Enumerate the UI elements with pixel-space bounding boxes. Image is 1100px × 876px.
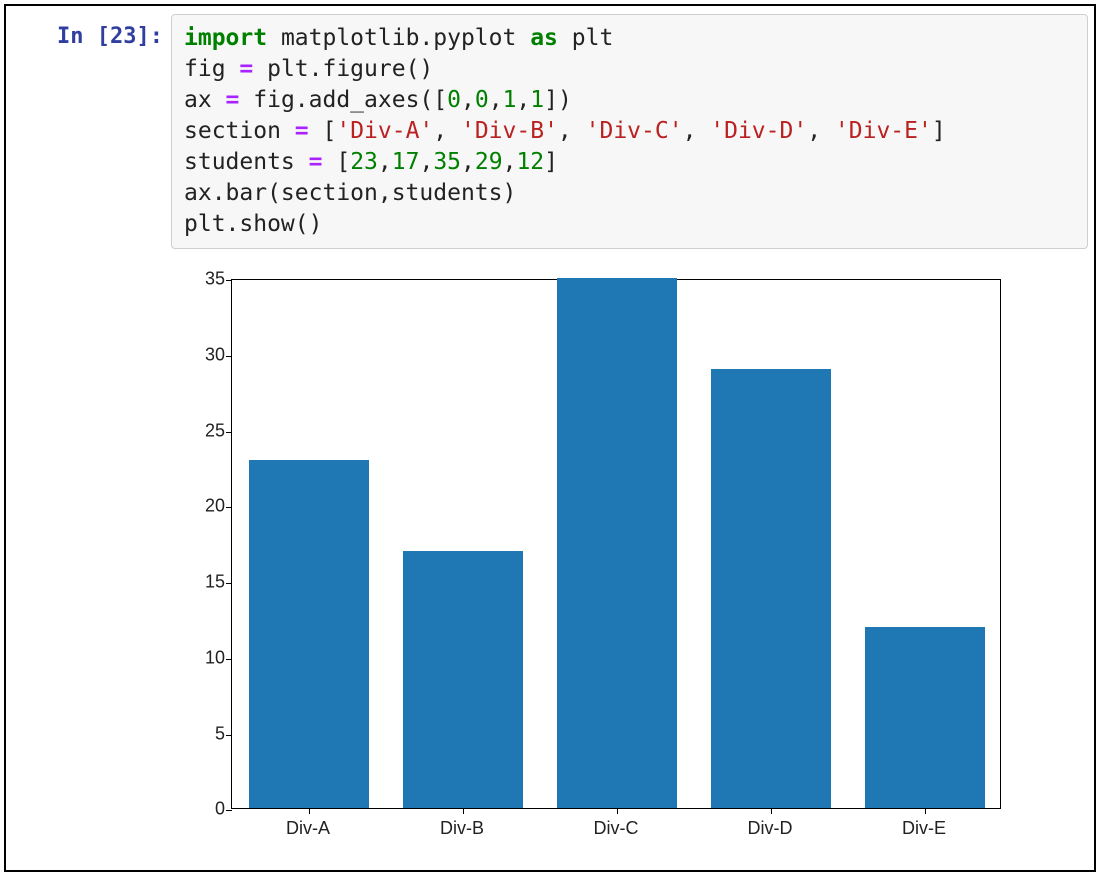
y-tick-label: 15 bbox=[191, 572, 225, 593]
y-tick-mark bbox=[226, 735, 232, 736]
y-tick-mark bbox=[226, 659, 232, 660]
code-token: , bbox=[489, 87, 503, 113]
y-tick-label: 20 bbox=[191, 496, 225, 517]
code-token: ] bbox=[932, 118, 946, 144]
code-token: 'Div-E' bbox=[835, 118, 932, 144]
x-tick-label: Div-E bbox=[902, 818, 946, 839]
x-tick-label: Div-B bbox=[440, 818, 484, 839]
y-tick-label: 25 bbox=[191, 420, 225, 441]
x-tick-label: Div-A bbox=[286, 818, 330, 839]
notebook-frame: In [23]: import matplotlib.pyplot as plt… bbox=[4, 4, 1096, 872]
y-tick-mark bbox=[226, 280, 232, 281]
x-tick-mark bbox=[463, 808, 464, 814]
code-token: import bbox=[184, 25, 267, 51]
y-tick-label: 10 bbox=[191, 647, 225, 668]
x-tick-mark bbox=[309, 808, 310, 814]
code-token: , bbox=[503, 149, 517, 175]
x-tick-mark bbox=[617, 808, 618, 814]
code-token: as bbox=[530, 25, 558, 51]
bar bbox=[249, 460, 369, 808]
code-token: plt bbox=[558, 25, 613, 51]
code-token: [ bbox=[322, 149, 350, 175]
prompt-in-text: In bbox=[57, 24, 84, 49]
code-token: 0 bbox=[475, 87, 489, 113]
code-token: matplotlib.pyplot bbox=[267, 25, 530, 51]
code-token: , bbox=[683, 118, 711, 144]
y-tick-label: 5 bbox=[191, 723, 225, 744]
code-cell: In [23]: import matplotlib.pyplot as plt… bbox=[6, 14, 1094, 249]
code-token: = bbox=[226, 87, 240, 113]
code-token: 29 bbox=[475, 149, 503, 175]
output-area: 0 5 10 15 20 25 30 35 Div-A Div-B Div-C Div-D Div-E bbox=[171, 249, 1094, 847]
code-token: 'Div-B' bbox=[461, 118, 558, 144]
code-token: 12 bbox=[516, 149, 544, 175]
y-tick-label: 0 bbox=[191, 799, 225, 820]
code-token: plt.figure() bbox=[253, 56, 433, 82]
y-tick-mark bbox=[226, 356, 232, 357]
x-tick-label: Div-C bbox=[594, 818, 639, 839]
code-token: = bbox=[239, 56, 253, 82]
y-tick-label: 35 bbox=[191, 269, 225, 290]
code-token: fig.add_axes([ bbox=[239, 87, 447, 113]
x-tick-label: Div-D bbox=[748, 818, 793, 839]
output-prompt-spacer bbox=[6, 249, 171, 847]
input-prompt: In [23]: bbox=[6, 14, 171, 49]
code-token: fig bbox=[184, 56, 239, 82]
code-token: 'Div-D' bbox=[710, 118, 807, 144]
y-tick-label: 30 bbox=[191, 345, 225, 366]
output-cell: 0 5 10 15 20 25 30 35 Div-A Div-B Div-C Div-D Div-E bbox=[6, 249, 1094, 847]
code-token: plt.show() bbox=[184, 211, 322, 237]
code-token: 1 bbox=[530, 87, 544, 113]
code-token: , bbox=[558, 118, 586, 144]
y-tick-mark bbox=[226, 810, 232, 811]
y-tick-mark bbox=[226, 583, 232, 584]
code-token: , bbox=[419, 149, 433, 175]
y-tick-mark bbox=[226, 507, 232, 508]
code-token: [ bbox=[309, 118, 337, 144]
bar bbox=[711, 369, 831, 808]
code-token: ] bbox=[544, 149, 558, 175]
bar bbox=[865, 627, 985, 809]
code-token: , bbox=[461, 149, 475, 175]
code-token: , bbox=[433, 118, 461, 144]
code-token: 23 bbox=[350, 149, 378, 175]
code-token: 'Div-A' bbox=[336, 118, 433, 144]
x-tick-mark bbox=[771, 808, 772, 814]
code-token: ax.bar(section,students) bbox=[184, 180, 516, 206]
code-token: 'Div-C' bbox=[586, 118, 683, 144]
code-token: section bbox=[184, 118, 295, 144]
x-tick-mark bbox=[925, 808, 926, 814]
prompt-close-bracket: ] bbox=[137, 24, 150, 49]
code-token: , bbox=[516, 87, 530, 113]
plot-box bbox=[231, 279, 1001, 809]
y-tick-mark bbox=[226, 432, 232, 433]
prompt-open-bracket: [ bbox=[97, 24, 110, 49]
code-token: , bbox=[807, 118, 835, 144]
code-token: 1 bbox=[503, 87, 517, 113]
code-editor[interactable]: import matplotlib.pyplot as plt fig = pl… bbox=[171, 14, 1088, 249]
code-token: , bbox=[461, 87, 475, 113]
code-token: students bbox=[184, 149, 309, 175]
code-token: = bbox=[309, 149, 323, 175]
code-token: , bbox=[378, 149, 392, 175]
code-token: ]) bbox=[544, 87, 572, 113]
code-token: 0 bbox=[447, 87, 461, 113]
prompt-number: 23 bbox=[110, 24, 137, 49]
bar-chart: 0 5 10 15 20 25 30 35 Div-A Div-B Div-C Div-D Div-E bbox=[191, 269, 1011, 839]
code-token: = bbox=[295, 118, 309, 144]
bar bbox=[557, 278, 677, 808]
code-token: ax bbox=[184, 87, 226, 113]
code-token: 17 bbox=[392, 149, 420, 175]
prompt-colon: : bbox=[150, 24, 163, 49]
code-token: 35 bbox=[433, 149, 461, 175]
bar bbox=[403, 551, 523, 808]
